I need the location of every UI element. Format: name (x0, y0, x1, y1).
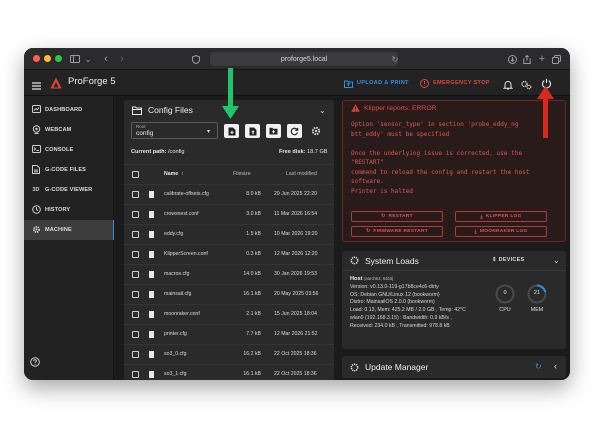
annotation-overlay (222, 68, 554, 138)
red-annotation-arrow (537, 86, 554, 138)
green-annotation-arrow (222, 68, 239, 119)
